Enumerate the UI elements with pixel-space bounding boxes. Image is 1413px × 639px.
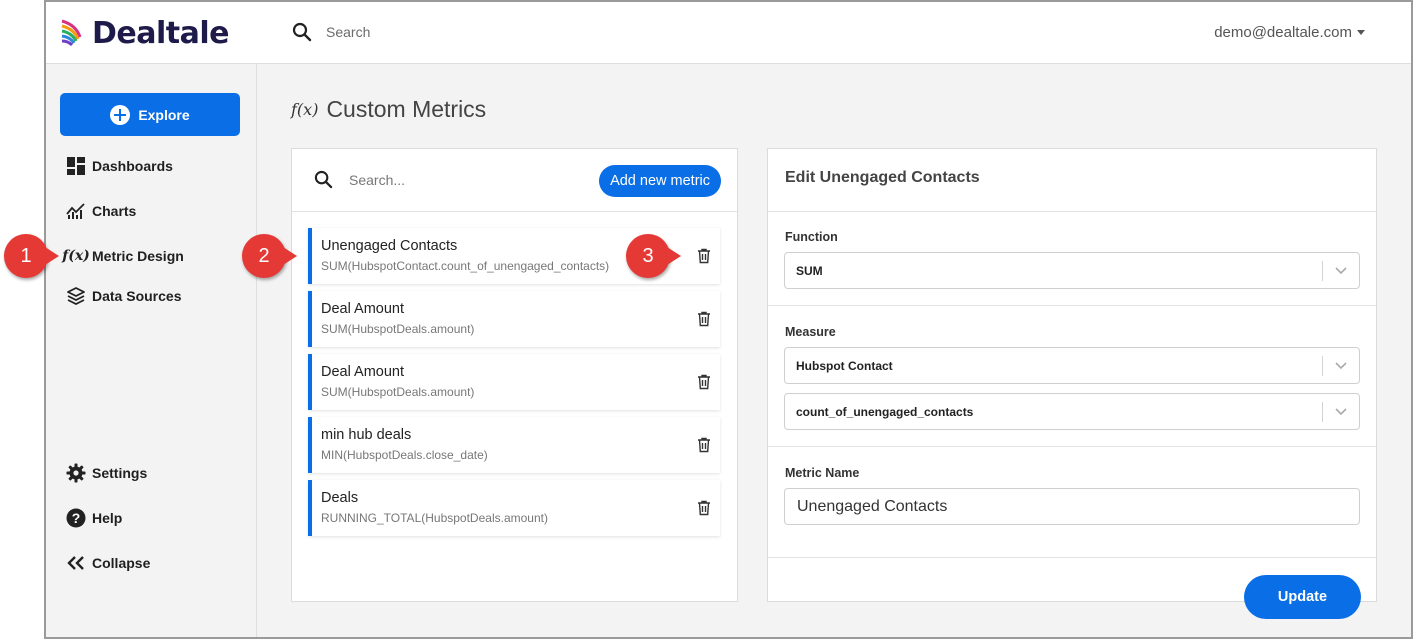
- measure-field-value: count_of_unengaged_contacts: [796, 405, 974, 419]
- layers-icon: [66, 286, 86, 306]
- user-email: demo@dealtale.com: [1214, 24, 1352, 41]
- annotation-badge: 3: [626, 234, 681, 278]
- sidebar-item-settings[interactable]: Settings: [66, 463, 147, 483]
- metric-name-label: Metric Name: [785, 466, 860, 480]
- sidebar-item-label: Data Sources: [92, 288, 182, 304]
- metric-expression: SUM(HubspotDeals.amount): [321, 322, 475, 336]
- measure-source-value: Hubspot Contact: [796, 359, 893, 373]
- sidebar-item-label: Metric Design: [92, 248, 184, 264]
- select-divider: [1322, 356, 1323, 376]
- add-new-metric-button[interactable]: Add new metric: [599, 165, 721, 197]
- explore-button-label: Explore: [138, 106, 190, 123]
- metric-list-item[interactable]: Deal Amount SUM(HubspotDeals.amount): [308, 291, 720, 347]
- metric-name: Deal Amount: [321, 364, 405, 380]
- edit-metric-header: Edit Unengaged Contacts: [768, 149, 1376, 212]
- metrics-list-header: Search... Add new metric: [292, 149, 737, 212]
- metric-expression: MIN(HubspotDeals.close_date): [321, 448, 488, 462]
- chevron-down-icon: [1335, 362, 1347, 370]
- metric-list-item[interactable]: Deal Amount SUM(HubspotDeals.amount): [308, 354, 720, 410]
- sidebar: Explore Dashboards Charts f(x) Metric De…: [46, 64, 257, 637]
- chart-icon: [66, 201, 86, 221]
- search-icon: [292, 22, 312, 42]
- logo[interactable]: Dealtale: [60, 16, 230, 51]
- function-select-value: SUM: [796, 264, 823, 278]
- caret-down-icon: [1357, 30, 1365, 35]
- metric-name: Unengaged Contacts: [321, 238, 458, 254]
- metric-name: Deals: [321, 490, 359, 506]
- function-select[interactable]: SUM: [784, 252, 1360, 289]
- sidebar-item-collapse[interactable]: Collapse: [66, 553, 150, 573]
- sidebar-item-help[interactable]: ? Help: [66, 508, 122, 528]
- section-divider: [768, 446, 1376, 447]
- logo-mark-icon: [61, 19, 82, 46]
- trash-icon[interactable]: [697, 248, 711, 264]
- user-menu[interactable]: demo@dealtale.com: [1214, 24, 1365, 41]
- svg-text:?: ?: [72, 510, 81, 526]
- app-window: Dealtale Search demo@dealtale.com Explor…: [44, 0, 1413, 639]
- metrics-search-placeholder: Search...: [349, 171, 406, 188]
- search-icon: [314, 170, 333, 189]
- trash-icon[interactable]: [697, 374, 711, 390]
- metric-expression: SUM(HubspotDeals.amount): [321, 385, 475, 399]
- sidebar-item-label: Help: [92, 510, 123, 526]
- sidebar-item-label: Dashboards: [92, 158, 173, 174]
- trash-icon[interactable]: [697, 437, 711, 453]
- metrics-list-panel: Search... Add new metric Unengaged Conta…: [291, 148, 738, 602]
- metric-name-input[interactable]: [784, 488, 1360, 525]
- update-button[interactable]: Update: [1244, 575, 1361, 619]
- measure-source-select[interactable]: Hubspot Contact: [784, 347, 1360, 384]
- sidebar-item-metric-design[interactable]: f(x) Metric Design: [62, 246, 184, 266]
- explore-button[interactable]: Explore: [60, 93, 240, 136]
- section-divider: [768, 305, 1376, 306]
- measure-label: Measure: [785, 325, 836, 339]
- sidebar-item-label: Settings: [92, 465, 148, 481]
- help-icon: ?: [66, 508, 86, 528]
- annotation-badge: 1: [4, 234, 59, 278]
- plus-circle-icon: [110, 104, 131, 125]
- logo-text: Dealtale: [92, 16, 230, 51]
- trash-icon[interactable]: [697, 311, 711, 327]
- edit-metric-panel: Edit Unengaged Contacts Function SUM Mea…: [767, 148, 1377, 619]
- metrics-search-input[interactable]: Search...: [314, 170, 405, 189]
- gear-icon: [66, 463, 86, 483]
- dashboard-icon: [66, 156, 86, 176]
- measure-field-select[interactable]: count_of_unengaged_contacts: [784, 393, 1360, 430]
- page-title-text: Custom Metrics: [326, 96, 487, 122]
- main-content: f(x) Custom Metrics Search... Add new me…: [258, 64, 1411, 637]
- metric-name: Deal Amount: [321, 301, 405, 317]
- chevron-down-icon: [1335, 408, 1347, 416]
- section-divider: [768, 557, 1376, 558]
- select-divider: [1322, 402, 1323, 422]
- trash-icon[interactable]: [697, 500, 711, 516]
- global-search-label: Search: [326, 24, 371, 40]
- metric-list-item[interactable]: min hub deals MIN(HubspotDeals.close_dat…: [308, 417, 720, 473]
- metric-name: min hub deals: [321, 427, 412, 443]
- sidebar-item-data-sources[interactable]: Data Sources: [66, 286, 181, 306]
- edit-metric-title: Edit Unengaged Contacts: [785, 169, 980, 186]
- top-bar: Dealtale Search demo@dealtale.com: [46, 2, 1411, 64]
- page-title: f(x) Custom Metrics: [291, 96, 486, 123]
- sidebar-item-label: Collapse: [92, 555, 151, 571]
- annotation-badge: 2: [242, 234, 297, 278]
- select-divider: [1322, 261, 1323, 281]
- sidebar-item-charts[interactable]: Charts: [66, 201, 136, 221]
- metric-list-item[interactable]: Deals RUNNING_TOTAL(HubspotDeals.amount): [308, 480, 720, 536]
- function-icon: f(x): [62, 248, 90, 264]
- global-search[interactable]: Search: [292, 22, 370, 42]
- chevron-down-icon: [1335, 267, 1347, 275]
- metric-expression: RUNNING_TOTAL(HubspotDeals.amount): [321, 511, 548, 525]
- sidebar-item-dashboards[interactable]: Dashboards: [66, 156, 173, 176]
- function-icon: f(x): [291, 100, 319, 119]
- chevrons-left-icon: [66, 553, 86, 573]
- sidebar-item-label: Charts: [92, 203, 137, 219]
- metric-expression: SUM(HubspotContact.count_of_unengaged_co…: [321, 259, 610, 273]
- function-label: Function: [785, 230, 838, 244]
